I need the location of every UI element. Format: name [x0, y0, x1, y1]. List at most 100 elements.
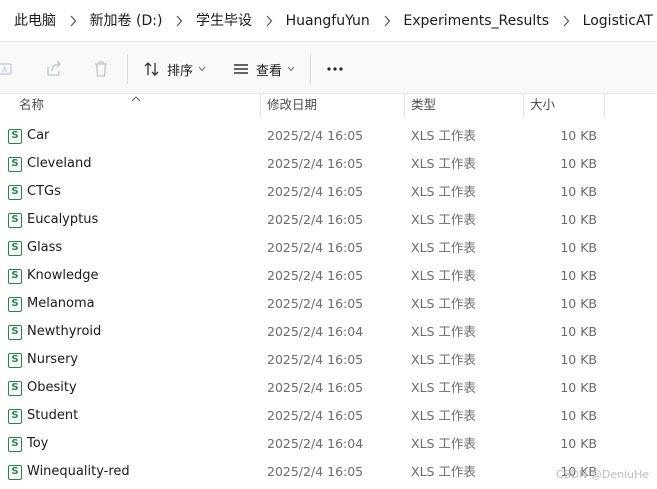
- file-type: XLS 工作表: [411, 436, 476, 451]
- command-bar: A 排序 查看: [0, 42, 657, 94]
- chevron-down-icon: [287, 66, 295, 72]
- xls-file-icon: S: [8, 325, 22, 340]
- file-row[interactable]: S Newthyroid 2025/2/4 16:04 XLS 工作表 10 K…: [0, 318, 657, 346]
- xls-file-icon: S: [8, 353, 22, 368]
- file-name: Melanoma: [27, 296, 95, 311]
- breadcrumb-huangfuyun[interactable]: HuangfuYun: [282, 0, 374, 41]
- breadcrumb-experiments-results[interactable]: Experiments_Results: [399, 0, 553, 41]
- file-name: Cleveland: [27, 156, 92, 171]
- more-options-button[interactable]: [320, 56, 350, 82]
- breadcrumb-student-folder[interactable]: 学生毕设: [192, 0, 256, 41]
- rename-icon[interactable]: A: [0, 58, 16, 80]
- file-size: 10 KB: [560, 296, 597, 311]
- breadcrumb-drive[interactable]: 新加卷 (D:): [86, 0, 167, 41]
- file-type: XLS 工作表: [411, 408, 476, 423]
- file-row[interactable]: S Knowledge 2025/2/4 16:05 XLS 工作表 10 KB: [0, 262, 657, 290]
- file-size: 10 KB: [560, 268, 597, 283]
- share-icon[interactable]: [43, 58, 65, 80]
- file-modified: 2025/2/4 16:05: [267, 464, 364, 479]
- sort-ascending-icon: [131, 91, 141, 106]
- file-row[interactable]: S Obesity 2025/2/4 16:05 XLS 工作表 10 KB: [0, 374, 657, 402]
- file-modified: 2025/2/4 16:05: [267, 408, 364, 423]
- xls-file-icon: S: [8, 409, 22, 424]
- file-name: Knowledge: [27, 268, 99, 283]
- file-size: 10 KB: [560, 436, 597, 451]
- file-size: 10 KB: [560, 212, 597, 227]
- file-modified: 2025/2/4 16:04: [267, 436, 364, 451]
- file-modified: 2025/2/4 16:05: [267, 352, 364, 367]
- view-label: 查看: [256, 63, 283, 79]
- file-row[interactable]: S CTGs 2025/2/4 16:05 XLS 工作表 10 KB: [0, 178, 657, 206]
- file-modified: 2025/2/4 16:05: [267, 212, 364, 227]
- column-header-modified[interactable]: 修改日期: [267, 94, 317, 120]
- file-modified: 2025/2/4 16:04: [267, 324, 364, 339]
- file-size: 10 KB: [560, 184, 597, 199]
- file-row[interactable]: S Student 2025/2/4 16:05 XLS 工作表 10 KB: [0, 402, 657, 430]
- sort-button[interactable]: 排序: [143, 54, 206, 84]
- xls-file-icon: S: [8, 437, 22, 452]
- toolbar-divider: [310, 54, 311, 84]
- file-modified: 2025/2/4 16:05: [267, 156, 364, 171]
- chevron-right-icon[interactable]: [166, 0, 192, 41]
- file-modified: 2025/2/4 16:05: [267, 184, 364, 199]
- file-row[interactable]: S Nursery 2025/2/4 16:05 XLS 工作表 10 KB: [0, 346, 657, 374]
- chevron-right-icon[interactable]: [374, 0, 400, 41]
- xls-file-icon: S: [8, 297, 22, 312]
- file-size: 10 KB: [560, 408, 597, 423]
- chevron-right-icon[interactable]: [60, 0, 86, 41]
- breadcrumb-logisticat[interactable]: LogisticAT: [579, 0, 657, 41]
- file-size: 10 KB: [560, 352, 597, 367]
- sort-label: 排序: [167, 63, 194, 79]
- xls-file-icon: S: [8, 381, 22, 396]
- view-button[interactable]: 查看: [232, 54, 295, 84]
- file-row[interactable]: S Car 2025/2/4 16:05 XLS 工作表 10 KB: [0, 122, 657, 150]
- chevron-right-icon[interactable]: [553, 0, 579, 41]
- svg-text:A: A: [2, 66, 8, 75]
- file-type: XLS 工作表: [411, 128, 476, 143]
- file-row[interactable]: S Melanoma 2025/2/4 16:05 XLS 工作表 10 KB: [0, 290, 657, 318]
- file-name: Eucalyptus: [27, 212, 99, 227]
- toolbar-divider: [127, 54, 128, 84]
- file-modified: 2025/2/4 16:05: [267, 128, 364, 143]
- file-type: XLS 工作表: [411, 268, 476, 283]
- more-dots-icon: [326, 66, 344, 72]
- file-name: Glass: [27, 240, 63, 255]
- watermark-text: CSDN @DeniuHe: [556, 468, 650, 481]
- file-name: Student: [27, 408, 79, 423]
- file-row[interactable]: S Glass 2025/2/4 16:05 XLS 工作表 10 KB: [0, 234, 657, 262]
- file-row[interactable]: S Cleveland 2025/2/4 16:05 XLS 工作表 10 KB: [0, 150, 657, 178]
- column-header-name[interactable]: 名称: [19, 94, 44, 120]
- file-size: 10 KB: [560, 324, 597, 339]
- column-resize-handle[interactable]: [523, 94, 524, 118]
- file-row[interactable]: S Toy 2025/2/4 16:04 XLS 工作表 10 KB: [0, 430, 657, 458]
- file-name: CTGs: [27, 184, 61, 199]
- column-header-type[interactable]: 类型: [411, 94, 436, 120]
- file-type: XLS 工作表: [411, 464, 476, 479]
- xls-file-icon: S: [8, 157, 22, 172]
- xls-file-icon: S: [8, 213, 22, 228]
- file-type: XLS 工作表: [411, 296, 476, 311]
- file-modified: 2025/2/4 16:05: [267, 268, 364, 283]
- breadcrumb-this-pc[interactable]: 此电脑: [10, 0, 60, 41]
- delete-icon[interactable]: [90, 58, 112, 80]
- file-modified: 2025/2/4 16:05: [267, 240, 364, 255]
- column-header-size[interactable]: 大小: [530, 94, 555, 120]
- file-type: XLS 工作表: [411, 212, 476, 227]
- view-list-icon: [232, 61, 250, 77]
- file-name: Nursery: [27, 352, 79, 367]
- file-size: 10 KB: [560, 380, 597, 395]
- column-resize-handle[interactable]: [260, 94, 261, 118]
- xls-file-icon: S: [8, 185, 22, 200]
- file-row[interactable]: S Eucalyptus 2025/2/4 16:05 XLS 工作表 10 K…: [0, 206, 657, 234]
- column-header-row: 名称 修改日期 类型 大小: [0, 94, 657, 120]
- file-name: Obesity: [27, 380, 77, 395]
- address-breadcrumb: 此电脑 新加卷 (D:) 学生毕设 HuangfuYun Experiments…: [0, 0, 657, 42]
- file-name: Winequality-red: [27, 464, 130, 479]
- column-resize-handle[interactable]: [404, 94, 405, 118]
- chevron-down-icon: [198, 66, 206, 72]
- file-modified: 2025/2/4 16:05: [267, 296, 364, 311]
- chevron-right-icon[interactable]: [256, 0, 282, 41]
- column-resize-handle[interactable]: [604, 94, 605, 118]
- file-type: XLS 工作表: [411, 352, 476, 367]
- file-type: XLS 工作表: [411, 240, 476, 255]
